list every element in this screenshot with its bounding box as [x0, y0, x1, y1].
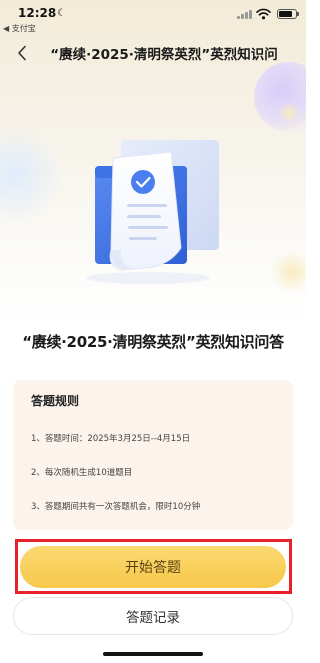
rules-heading: 答题规则	[31, 394, 80, 408]
home-indicator	[103, 652, 203, 656]
status-bar: 12:28 ☾ ◀ 支付宝	[0, 0, 306, 36]
back-to-app-link[interactable]: ◀ 支付宝	[3, 23, 36, 34]
decor-bubble	[278, 102, 300, 124]
quiz-title: “赓续·2025·清明祭英烈”英烈知识问答	[22, 333, 284, 351]
nav-title: “赓续·2025·清明祭英烈”英烈知识问	[50, 47, 278, 63]
quiz-page: 12:28 ☾ ◀ 支付宝 “赓续·2025·清明祭英烈”英烈知识问 “赓续·2…	[0, 0, 306, 663]
chevron-left-icon[interactable]	[10, 41, 34, 65]
decor-bubble	[270, 250, 306, 294]
document-check-icon	[86, 140, 219, 284]
signal-icon	[237, 10, 252, 19]
rule-item: 2、每次随机生成10道题目	[31, 468, 133, 478]
moon-icon: ☾	[57, 8, 66, 19]
decor-bubble	[0, 120, 60, 230]
quiz-record-button[interactable]: 答题记录	[13, 597, 293, 635]
status-time: 12:28	[18, 6, 57, 20]
battery-icon	[277, 9, 299, 19]
rule-item: 1、答题时间：2025年3月25日--4月15日	[31, 434, 191, 444]
start-quiz-button[interactable]: 开始答题	[20, 546, 286, 588]
rule-item: 3、答题期间共有一次答题机会，限时10分钟	[31, 502, 201, 512]
rules-card: 答题规则 1、答题时间：2025年3月25日--4月15日 2、每次随机生成10…	[13, 380, 293, 530]
nav-bar: “赓续·2025·清明祭英烈”英烈知识问	[0, 36, 306, 72]
decor-bubble	[254, 62, 306, 132]
wifi-icon	[256, 8, 271, 20]
